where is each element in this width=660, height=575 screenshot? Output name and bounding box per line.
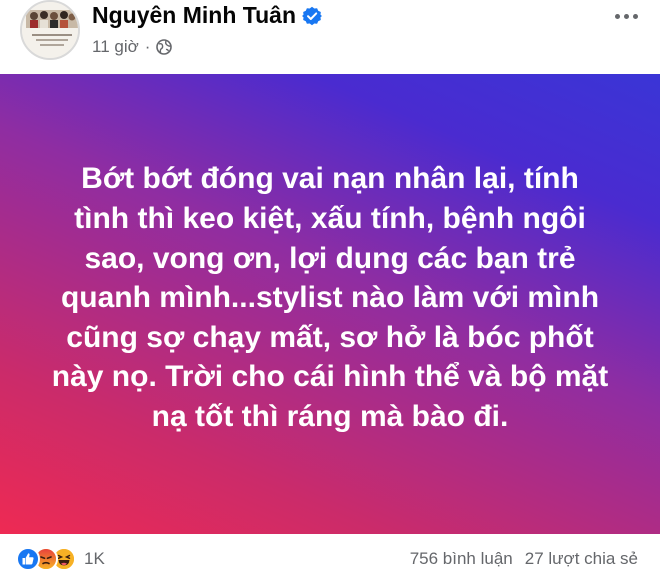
post-header: Nguyên Minh Tuân 11 giờ · [0,0,660,74]
post-banner-text: Bớt bớt đóng vai nạn nhân lại, tính tình… [51,162,609,433]
more-options-button[interactable] [606,6,646,26]
globe-icon [156,39,173,55]
author-avatar[interactable] [20,0,80,60]
more-dot-icon [632,13,638,19]
verified-badge-icon [302,6,323,25]
like-icon [16,547,40,571]
engagement-stats: 756 bình luận 27 lượt chia sẻ [410,549,638,569]
more-dot-icon [623,13,629,19]
shares-count-link[interactable]: 27 lượt chia sẻ [525,549,638,569]
more-dot-icon [614,13,620,19]
comments-count-link[interactable]: 756 bình luận [410,549,513,569]
reaction-count: 1K [84,549,105,568]
post-meta: 11 giờ · [92,37,173,57]
reaction-summary[interactable]: 1K [16,547,105,571]
post-timestamp[interactable]: 11 giờ [92,37,139,57]
avatar-image [22,2,78,58]
author-name[interactable]: Nguyên Minh Tuân [92,2,296,29]
post-footer: 1K 756 bình luận 27 lượt chia sẻ [0,534,660,575]
author-name-row: Nguyên Minh Tuân [92,2,323,29]
post-text-banner: Bớt bớt đóng vai nạn nhân lại, tính tình… [0,74,660,534]
meta-separator: · [144,37,151,56]
